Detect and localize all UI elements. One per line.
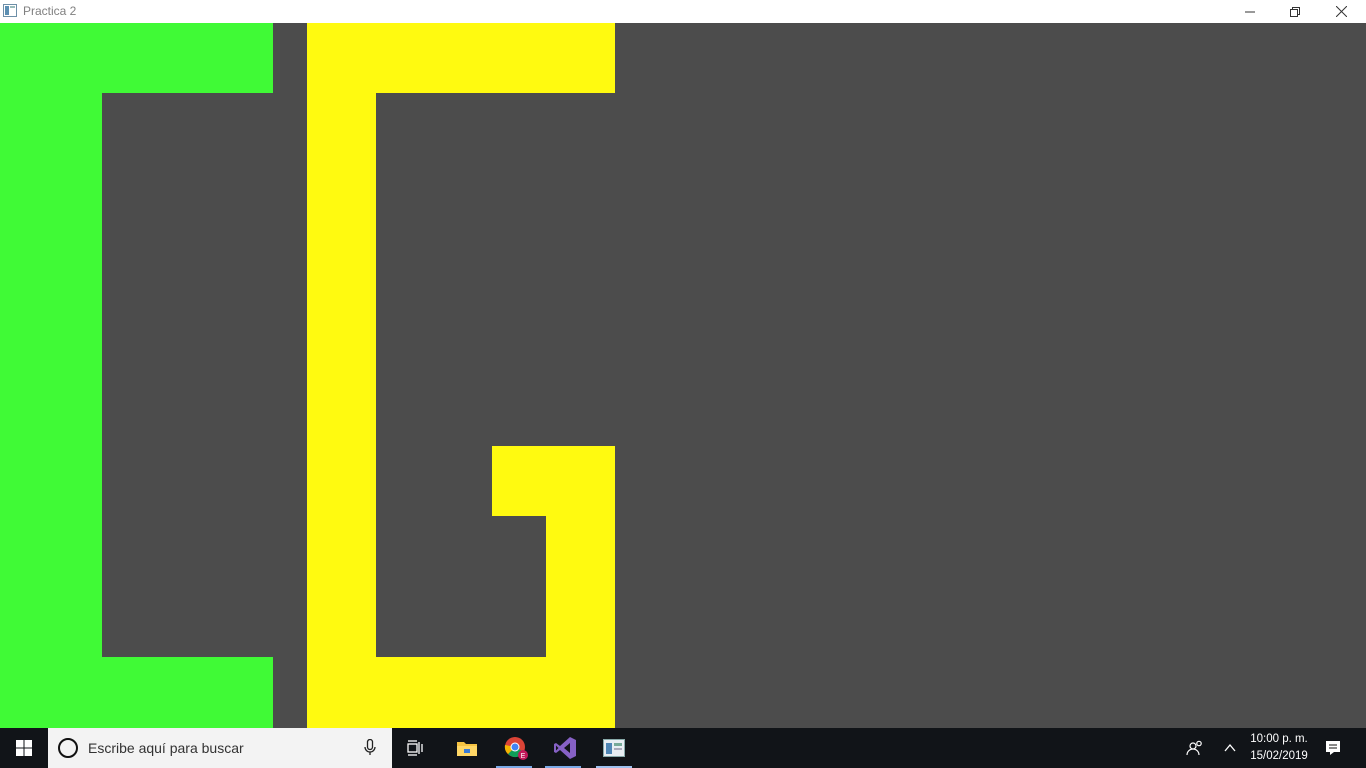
- title-bar[interactable]: Practica 2: [0, 0, 1366, 23]
- render-canvas[interactable]: [0, 23, 1366, 728]
- start-button[interactable]: [0, 728, 48, 768]
- notification-icon: [1326, 741, 1340, 755]
- practica-window-button[interactable]: [590, 728, 638, 768]
- chrome-button[interactable]: E: [492, 728, 540, 768]
- action-center-button[interactable]: [1320, 728, 1346, 768]
- clock-time: 10:00 p. m.: [1250, 733, 1308, 745]
- window-title: Practica 2: [23, 4, 77, 18]
- app-window-icon: [3, 4, 17, 17]
- chevron-up-icon: [1224, 744, 1236, 752]
- visual-studio-icon: [554, 737, 576, 759]
- people-icon: [1186, 740, 1202, 756]
- task-view-icon: [407, 740, 423, 756]
- close-button[interactable]: [1318, 0, 1364, 23]
- minimize-icon: [1245, 11, 1255, 12]
- show-hidden-icons-button[interactable]: [1218, 728, 1242, 768]
- clock[interactable]: 10:00 p. m. 15/02/2019: [1246, 731, 1312, 765]
- windows-logo-icon: [16, 740, 32, 756]
- minimize-button[interactable]: [1227, 0, 1273, 23]
- file-explorer-button[interactable]: [443, 728, 491, 768]
- search-placeholder: Escribe aquí para buscar: [88, 740, 244, 756]
- chrome-icon: E: [504, 737, 528, 760]
- file-explorer-icon: [457, 742, 477, 756]
- visual-studio-button[interactable]: [541, 728, 589, 768]
- close-icon: [1335, 6, 1347, 17]
- restore-button[interactable]: [1272, 0, 1318, 23]
- clock-date: 15/02/2019: [1250, 750, 1308, 762]
- cortana-icon: [58, 738, 78, 758]
- task-view-button[interactable]: [392, 728, 440, 768]
- svg-text:E: E: [521, 753, 526, 760]
- microphone-icon[interactable]: [364, 739, 376, 756]
- taskbar: Escribe aquí para buscar E 10:00 p. m. 1…: [0, 728, 1366, 768]
- people-button[interactable]: [1181, 728, 1209, 768]
- search-box[interactable]: Escribe aquí para buscar: [48, 728, 392, 768]
- app-window-icon: [603, 739, 625, 757]
- restore-icon: [1290, 6, 1300, 17]
